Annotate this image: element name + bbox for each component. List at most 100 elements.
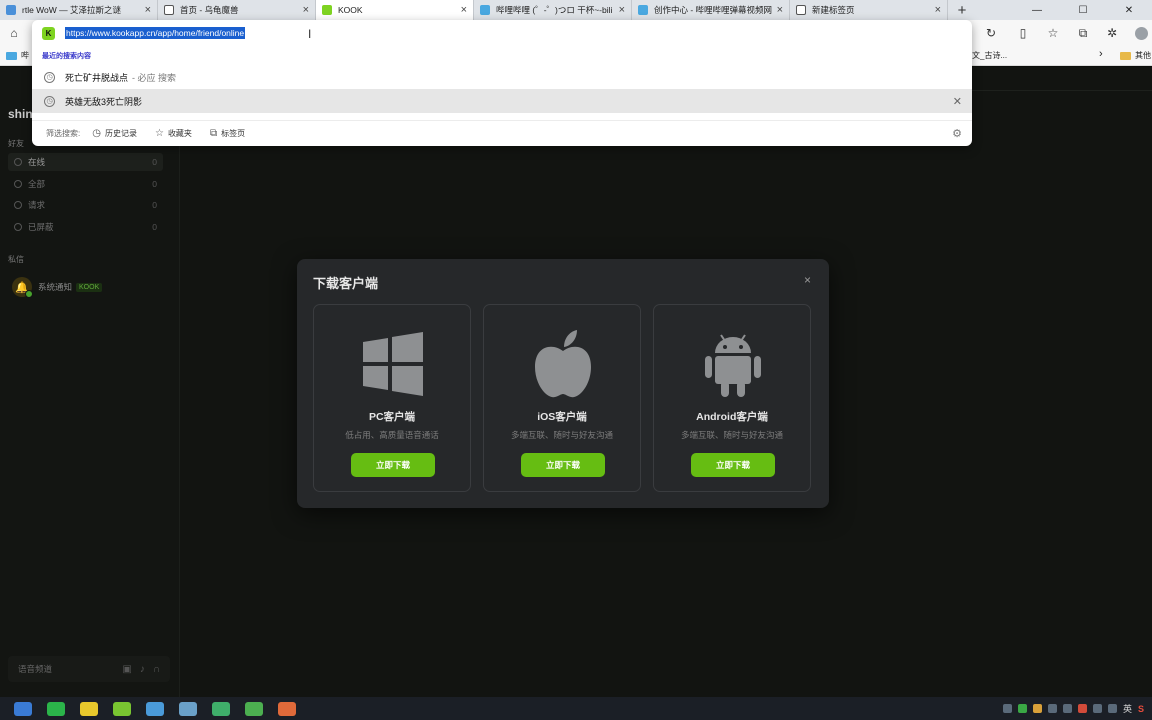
split-screen-icon[interactable]: ▯ [1015, 25, 1031, 41]
app-taskbar-icon[interactable] [146, 701, 164, 716]
card-description: 多端互联、随时与好友沟通 [680, 430, 783, 440]
tab-close-icon[interactable]: × [303, 4, 309, 16]
tab-close-icon[interactable]: × [461, 4, 467, 16]
kook-site-icon: K [42, 26, 55, 40]
app-taskbar-icon[interactable] [212, 701, 230, 716]
filter-tabs[interactable]: ⧉ 标签页 [210, 128, 245, 139]
browser-tab-active[interactable]: KOOK × [316, 0, 474, 20]
bookmark-item[interactable]: 哔 [6, 50, 29, 61]
volume-icon[interactable] [1107, 704, 1117, 713]
maximize-icon[interactable]: ☐ [1060, 0, 1106, 20]
kook-favicon-icon [322, 5, 332, 15]
url-input[interactable]: https://www.kookapp.cn/app/home/friend/o… [65, 27, 246, 39]
close-icon[interactable]: × [804, 273, 811, 287]
new-tab-button[interactable]: + [948, 0, 976, 20]
browser-tab-strip: rtle WoW — 艾泽拉斯之谜 × 首页 - 乌龟魔兽 × KOOK × 哔… [0, 0, 1152, 20]
tab-close-icon[interactable]: × [777, 4, 783, 16]
tray-icon[interactable] [1092, 704, 1102, 713]
wechat-taskbar-icon[interactable] [47, 701, 65, 716]
dm-name: 系统通知 [38, 282, 73, 292]
browser-tab[interactable]: 创作中心 - 哔哩哔哩弹幕视频网 × [632, 0, 790, 20]
home-icon[interactable]: ⌂ [6, 25, 22, 41]
user-icon [14, 158, 22, 166]
tray-icon[interactable] [1002, 704, 1012, 713]
close-window-icon[interactable]: ✕ [1106, 0, 1152, 20]
tray-icon[interactable] [1047, 704, 1057, 713]
browser-tab[interactable]: 新建标签页 × [790, 0, 948, 20]
sidebar-item-label: 请求 [28, 200, 46, 210]
card-title: PC客户端 [368, 411, 416, 423]
download-pc-button[interactable]: 立即下载 [351, 453, 435, 477]
tray-icon[interactable] [1077, 704, 1087, 713]
profile-icon[interactable] [1133, 25, 1149, 41]
address-bar-dropdown: K https://www.kookapp.cn/app/home/friend… [32, 20, 972, 146]
user-icon [14, 223, 22, 231]
history-icon: ◷ [92, 128, 101, 139]
ime-icon[interactable]: S [1138, 704, 1144, 714]
tray-icon[interactable] [1017, 704, 1027, 713]
card-title: Android客户端 [696, 411, 768, 423]
other-bookmarks-folder[interactable]: 其他 [1120, 50, 1151, 61]
tray-icon[interactable] [1032, 704, 1042, 713]
download-android-button[interactable]: 立即下载 [691, 453, 775, 477]
download-ios-button[interactable]: 立即下载 [521, 453, 605, 477]
suggestion-text: 死亡矿井脱战点 [65, 72, 129, 83]
sidebar-item-all[interactable]: 全部 0 [8, 175, 163, 193]
browser-tab[interactable]: rtle WoW — 艾泽拉斯之谜 × [0, 0, 158, 20]
edge-taskbar-icon[interactable] [14, 701, 32, 716]
refresh-icon[interactable]: ↻ [983, 25, 999, 41]
app-taskbar-icon[interactable] [245, 701, 263, 716]
bookmark-label: 文_古诗... [972, 51, 1008, 60]
windows-taskbar: 英 S [0, 697, 1152, 720]
microphone-icon[interactable]: ♪ [140, 664, 145, 675]
sidebar-item-requests[interactable]: 请求 0 [8, 196, 163, 214]
language-indicator[interactable]: 英 [1123, 702, 1132, 715]
search-suggestion-highlighted[interactable]: ◷ 英雄无敌3死亡阴影 ✕ [32, 89, 972, 113]
bilibili-favicon-icon [638, 5, 648, 15]
bookmark-item[interactable]: 文_古诗... [972, 50, 1007, 61]
sidebar-item-blocked[interactable]: 已屏蔽 0 [8, 218, 163, 236]
address-bar[interactable]: K https://www.kookapp.cn/app/home/friend… [32, 20, 972, 46]
sidebar-item-count: 0 [152, 200, 157, 210]
card-description: 多端互联、随时与好友沟通 [510, 430, 613, 440]
browser-tab[interactable]: 首页 - 乌龟魔兽 × [158, 0, 316, 20]
app-taskbar-icon[interactable] [278, 701, 296, 716]
system-tray: 英 S [1002, 697, 1152, 720]
remove-suggestion-icon[interactable]: ✕ [953, 95, 962, 108]
collections-icon[interactable]: ⧉ [1075, 25, 1091, 41]
minimize-icon[interactable]: — [1014, 0, 1060, 20]
dm-entry-system[interactable]: 🔔 系统通知 KOOK [12, 277, 103, 298]
filter-option-label: 收藏夹 [167, 129, 192, 138]
tab-close-icon[interactable]: × [935, 4, 941, 16]
filter-history[interactable]: ◷ 历史记录 [92, 128, 137, 139]
bookmarks-chevron-icon[interactable]: › [1099, 48, 1103, 60]
tab-title: 新建标签页 [812, 5, 855, 15]
ios-client-card: iOS客户端 多端互联、随时与好友沟通 立即下载 [483, 304, 641, 492]
tray-icon[interactable] [1062, 704, 1072, 713]
extensions-icon[interactable]: ✲ [1104, 25, 1120, 41]
browser-tab[interactable]: 哔哩哔哩 (゜-゜)つロ 干杯~-bili × [474, 0, 632, 20]
app-taskbar-icon[interactable] [179, 701, 197, 716]
bell-avatar-icon: 🔔 [12, 277, 33, 298]
tab-close-icon[interactable]: × [619, 4, 625, 16]
user-icon [14, 201, 22, 209]
window-controls: — ☐ ✕ [1014, 0, 1152, 20]
favorites-icon[interactable]: ☆ [1045, 25, 1061, 41]
sidebar-item-online[interactable]: 在线 0 [8, 153, 163, 171]
gear-icon[interactable]: ⚙ [952, 127, 962, 140]
download-client-modal: 下载客户端 × PC客户端 低占用、高质量语音通话 立即下载 iOS客户端 多端… [297, 259, 829, 508]
filter-favorites[interactable]: ☆ 收藏夹 [155, 128, 192, 139]
filter-option-label: 历史记录 [104, 129, 137, 138]
tab-close-icon[interactable]: × [145, 4, 151, 16]
history-icon: ◷ [44, 95, 55, 107]
screen-share-icon[interactable]: ▣ [122, 664, 131, 675]
search-suggestion[interactable]: ◷ 死亡矿井脱战点 - 必应 搜索 [32, 65, 972, 89]
chrome-taskbar-icon[interactable] [113, 701, 131, 716]
tab-title: KOOK [338, 5, 363, 15]
kook-taskbar-icon[interactable] [80, 701, 98, 716]
tabs-icon: ⧉ [209, 128, 218, 139]
headset-icon[interactable]: ∩ [153, 664, 160, 675]
filter-option-label: 标签页 [221, 129, 246, 138]
dm-section-label: 私信 [8, 255, 24, 264]
sidebar-item-count: 0 [152, 179, 157, 189]
